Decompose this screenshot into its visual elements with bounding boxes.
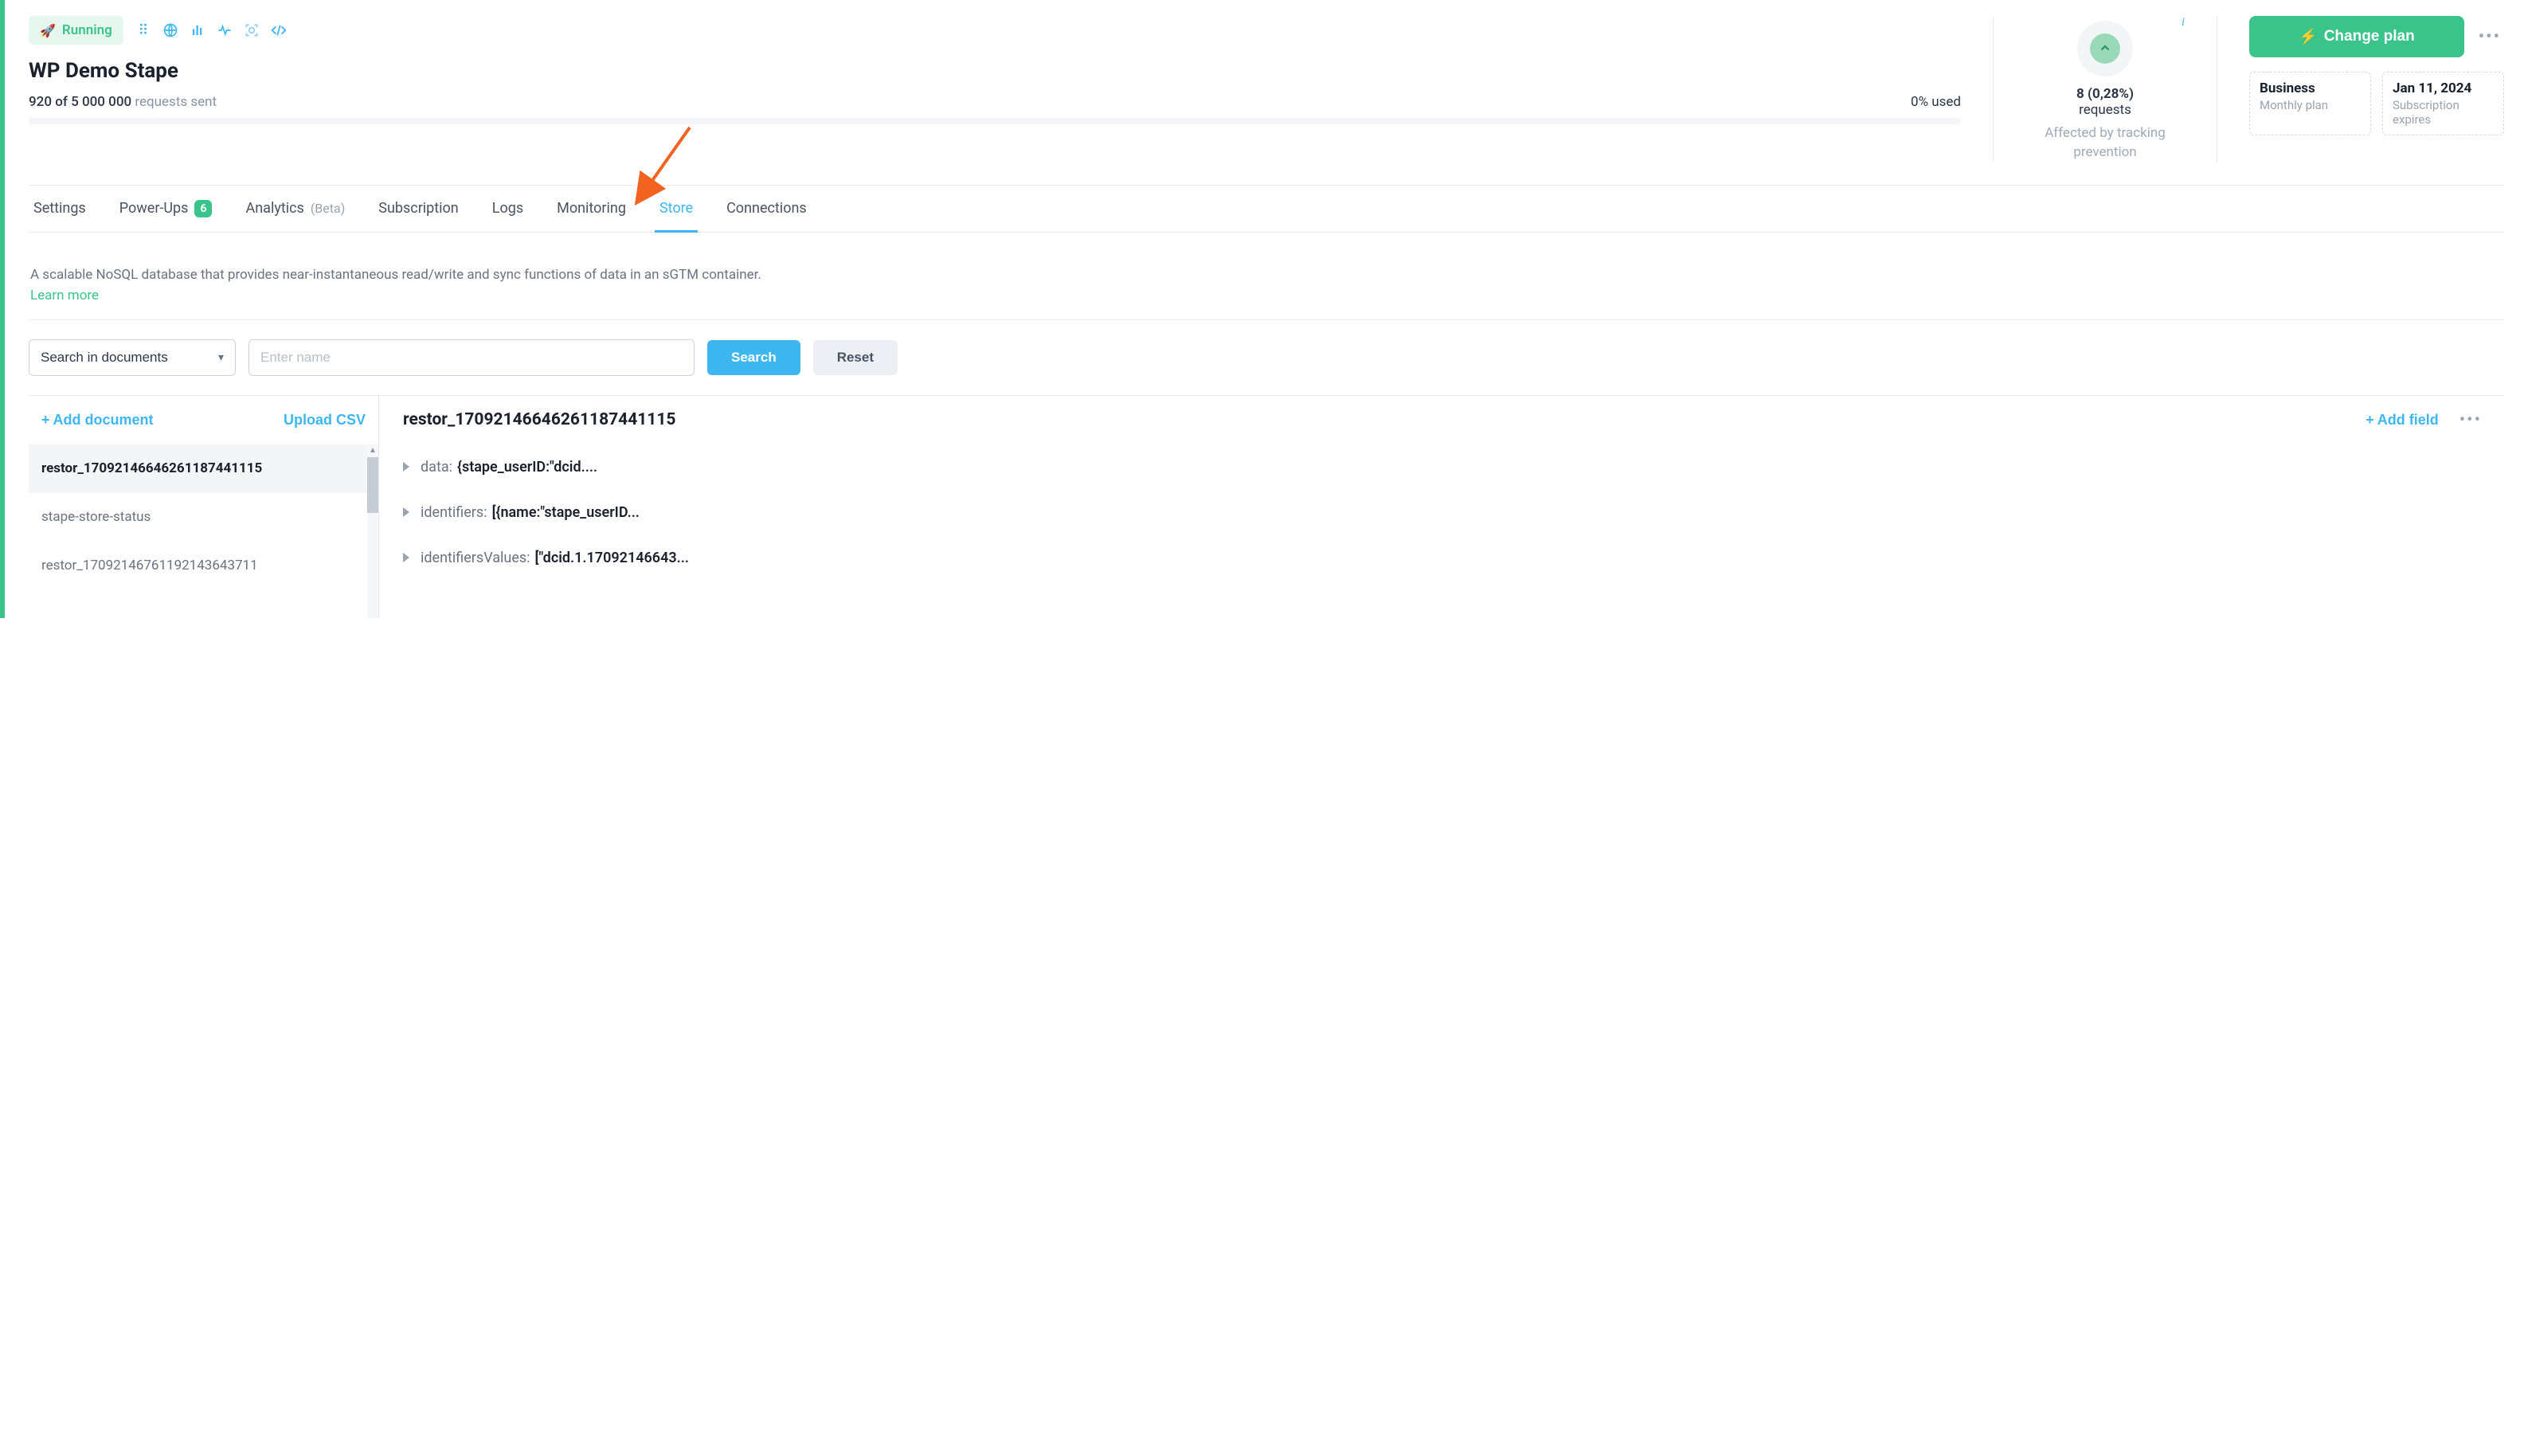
tab-monitoring[interactable]: Monitoring (552, 186, 631, 232)
globe-icon (162, 22, 179, 39)
scrollbar[interactable]: ▲ (367, 444, 378, 618)
change-plan-button[interactable]: ⚡ Change plan (2249, 16, 2464, 57)
expand-icon (403, 507, 409, 517)
face-scan-icon (243, 22, 260, 39)
chevron-down-icon: ▾ (218, 350, 224, 364)
tab-subscription[interactable]: Subscription (374, 186, 464, 232)
document-title: restor_17092146646261187441115 (403, 410, 675, 429)
tab-logs[interactable]: Logs (487, 186, 528, 232)
affected-count: 8 (0,28%) (2025, 86, 2185, 102)
usage-count: 920 of 5 000 000 requests sent (29, 94, 217, 110)
document-item[interactable]: stape-store-status (29, 493, 378, 542)
expand-icon (403, 462, 409, 472)
store-description: A scalable NoSQL database that provides … (30, 267, 2503, 283)
scroll-thumb[interactable] (367, 457, 378, 513)
status-label: Running (62, 22, 112, 38)
tab-power-ups[interactable]: Power-Ups 6 (115, 186, 217, 232)
field-row[interactable]: identifiersValues: ["dcid.1.17092146643.… (384, 535, 2499, 581)
tab-settings[interactable]: Settings (29, 186, 91, 232)
tabs-nav: Settings Power-Ups 6 Analytics (Beta) Su… (29, 186, 2504, 232)
document-more-button[interactable]: ••• (2456, 410, 2485, 430)
learn-more-link[interactable]: Learn more (30, 288, 99, 303)
bolt-icon: ⚡ (2299, 27, 2318, 46)
plus-icon: + (2366, 412, 2374, 429)
status-badge: 🚀 Running (29, 16, 123, 45)
tab-store[interactable]: Store (655, 186, 698, 232)
search-input[interactable] (248, 339, 695, 376)
plan-card-business: Business Monthly plan (2249, 72, 2371, 135)
divider (1993, 16, 1994, 162)
usage-progress (29, 118, 1961, 124)
affected-sub: Affected by tracking prevention (2025, 124, 2185, 162)
tab-analytics[interactable]: Analytics (Beta) (241, 186, 350, 232)
power-ups-badge: 6 (194, 200, 212, 217)
more-menu-button[interactable]: ••• (2475, 27, 2504, 47)
info-icon[interactable]: i (2182, 16, 2185, 29)
search-scope-select[interactable]: Search in documents ▾ (29, 339, 236, 376)
expand-icon (403, 553, 409, 562)
add-document-button[interactable]: + Add document (41, 412, 154, 429)
field-row[interactable]: data: {stape_userID:"dcid.... (384, 444, 2499, 490)
add-field-button[interactable]: + Add field (2366, 412, 2439, 429)
plan-card-expiry: Jan 11, 2024 Subscription expires (2382, 72, 2504, 135)
plus-icon: + (41, 412, 50, 429)
upload-csv-button[interactable]: Upload CSV (284, 412, 366, 429)
search-button[interactable]: Search (707, 340, 800, 375)
heartbeat-icon (216, 22, 233, 39)
bars-icon (189, 22, 206, 39)
document-item[interactable]: restor_17092146761192143643711 (29, 542, 378, 590)
scroll-up-icon[interactable]: ▲ (367, 444, 378, 457)
rocket-icon: 🚀 (40, 23, 56, 38)
code-icon (270, 22, 288, 39)
affected-label: requests (2025, 102, 2185, 118)
usage-percent: 0% used (1911, 94, 1961, 110)
tab-connections[interactable]: Connections (722, 186, 812, 232)
field-row[interactable]: identifiers: [{name:"stape_userID... (384, 490, 2499, 535)
affected-circle (2077, 21, 2133, 76)
page-title: WP Demo Stape (29, 59, 1961, 83)
reset-button[interactable]: Reset (813, 340, 898, 375)
integrations-icons: ⠿ (135, 22, 288, 39)
dots-icon: ⠿ (135, 22, 152, 39)
document-item[interactable]: restor_17092146646261187441115 (29, 444, 378, 493)
